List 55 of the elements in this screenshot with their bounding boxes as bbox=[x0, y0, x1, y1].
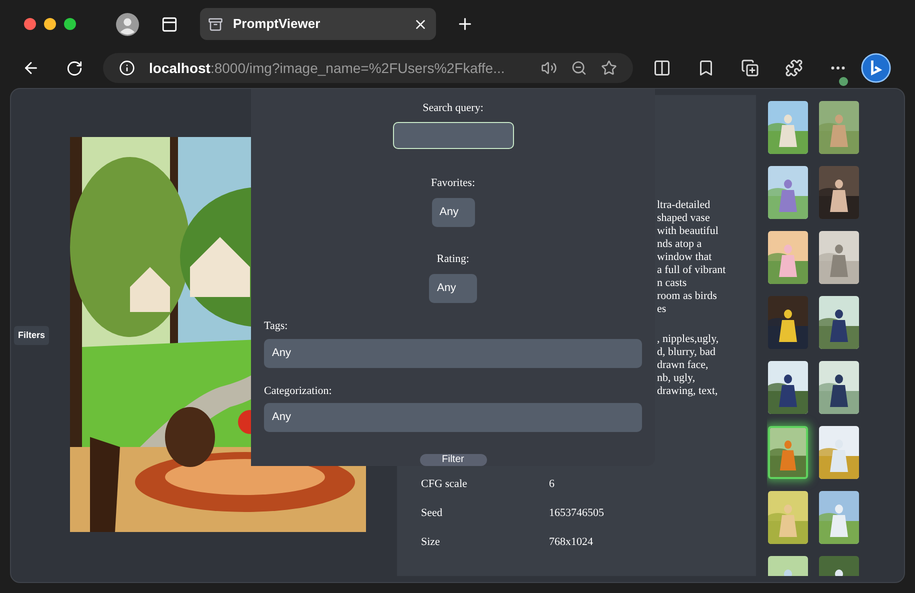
select-field[interactable]: Any bbox=[264, 338, 642, 368]
select-field[interactable]: Any bbox=[432, 198, 474, 227]
detail-label: Seed bbox=[421, 506, 444, 522]
search-field[interactable] bbox=[392, 122, 514, 149]
prompt-text-line: nds atop a bbox=[657, 238, 703, 251]
prompt-text-line: room as birds bbox=[657, 290, 718, 303]
split-screen-icon[interactable] bbox=[653, 59, 671, 77]
field-label: Rating: bbox=[436, 253, 470, 265]
negative-prompt-text-line: drawing, text, bbox=[657, 385, 719, 398]
detail-value: 768x1024 bbox=[549, 535, 593, 550]
tab-actions-icon[interactable] bbox=[161, 16, 178, 32]
back-icon[interactable] bbox=[22, 59, 40, 77]
detail-value: 1653746505 bbox=[549, 506, 604, 522]
negative-prompt-text-line: nb, ugly, bbox=[657, 372, 696, 385]
maximize-window-button[interactable] bbox=[64, 18, 76, 30]
prompt-text-line: window that bbox=[657, 251, 713, 264]
field-label: Search query: bbox=[422, 101, 484, 116]
update-badge bbox=[839, 77, 848, 86]
negative-prompt-text-line: drawn face, bbox=[657, 359, 710, 372]
zoom-out-icon[interactable] bbox=[571, 60, 587, 76]
select-field[interactable]: Any bbox=[264, 403, 642, 432]
prompt-text-line: ltra-detailed bbox=[657, 199, 712, 212]
favicon-icon bbox=[208, 16, 223, 32]
select-field[interactable]: Any bbox=[429, 274, 477, 303]
collections-icon[interactable] bbox=[741, 59, 759, 77]
close-window-button[interactable] bbox=[24, 18, 36, 30]
refresh-icon[interactable] bbox=[66, 60, 83, 76]
copilot-logo-icon[interactable] bbox=[861, 53, 891, 83]
browser-tab[interactable]: PromptViewer bbox=[200, 8, 436, 40]
profile-avatar-icon[interactable] bbox=[116, 12, 139, 36]
field-label: Categorization: bbox=[264, 384, 332, 398]
filters-button[interactable]: Filters bbox=[14, 326, 50, 346]
tab-title: PromptViewer bbox=[233, 15, 322, 34]
address-bar[interactable]: localhost:8000/img?image_name=%2FUsers%2Fkaffe... bbox=[103, 53, 633, 83]
extensions-icon[interactable] bbox=[785, 59, 803, 77]
info-icon[interactable] bbox=[119, 60, 135, 76]
prompt-text-line: es bbox=[657, 303, 668, 316]
url-text: localhost:8000/img?image_name=%2FUsers%2Fkaffe... bbox=[149, 58, 506, 78]
prompt-text-line: with beautiful bbox=[657, 225, 720, 238]
field-label: Tags: bbox=[264, 319, 288, 334]
detail-value: 6 bbox=[549, 477, 554, 492]
prompt-text-line: n casts bbox=[657, 277, 688, 290]
new-tab-icon[interactable] bbox=[456, 15, 474, 33]
filter-button[interactable]: Filter bbox=[420, 454, 486, 466]
prompt-text-line: shaped vase bbox=[657, 212, 711, 225]
detail-label: Size bbox=[421, 535, 441, 550]
field-label: Favorites: bbox=[431, 177, 475, 189]
negative-prompt-text-line: d, blurry, bad bbox=[657, 346, 717, 359]
negative-prompt-text-line: , nipples,ugly, bbox=[657, 333, 720, 346]
read-aloud-icon[interactable] bbox=[541, 60, 557, 76]
favorites-icon[interactable] bbox=[697, 59, 715, 77]
detail-label: CFG scale bbox=[421, 477, 468, 492]
star-icon[interactable] bbox=[601, 60, 617, 76]
prompt-text-line: a full of vibrant bbox=[657, 264, 727, 277]
minimize-window-button[interactable] bbox=[44, 18, 56, 30]
